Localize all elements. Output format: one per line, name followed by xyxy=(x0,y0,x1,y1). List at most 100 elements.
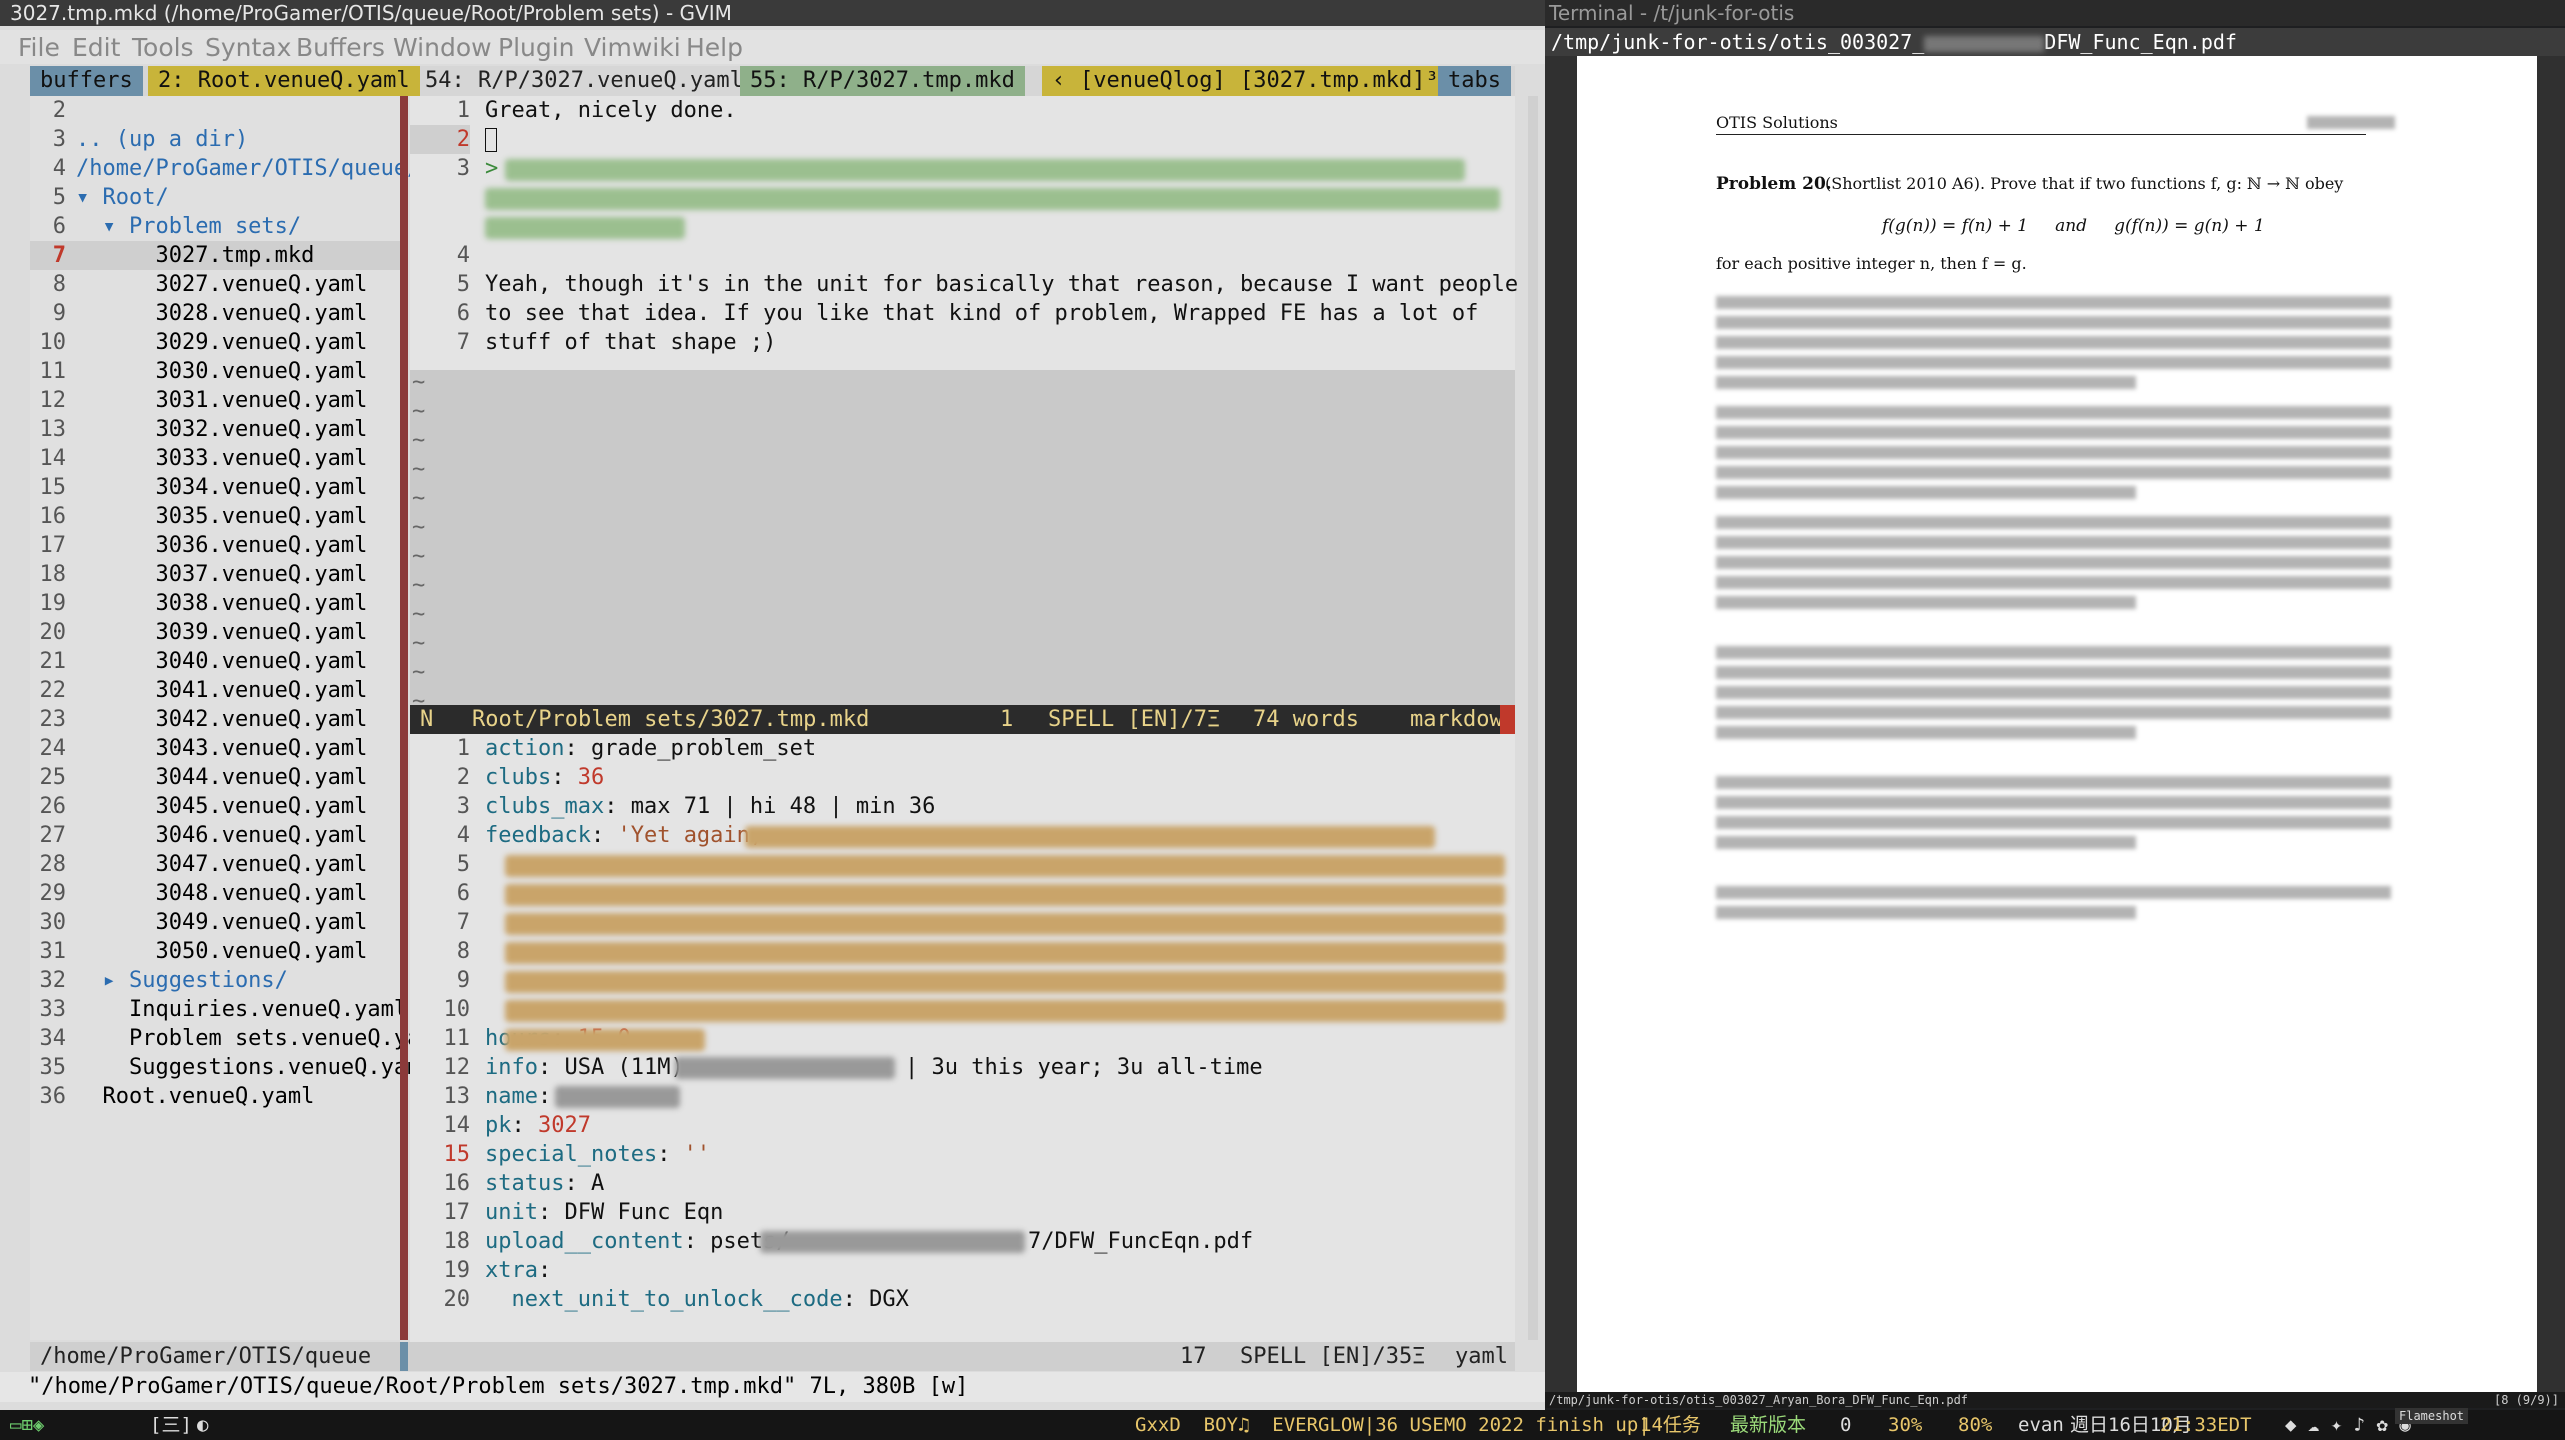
tree-item[interactable]: 2 xyxy=(30,96,400,125)
redacted-feedback xyxy=(505,971,1505,993)
menu-syntax[interactable]: Syntax xyxy=(205,33,291,62)
tree-item[interactable]: 5 ▾ Root/ xyxy=(30,183,400,212)
redacted-text-line xyxy=(1716,406,2391,419)
launcher-icon[interactable]: ▭⊞◈ xyxy=(10,1410,44,1440)
tasks-count: 14任务 xyxy=(1640,1414,1701,1436)
tree-item[interactable]: 7 3027.tmp.mkd xyxy=(30,241,400,270)
tree-item[interactable]: 10 3029.venueQ.yaml xyxy=(30,328,400,357)
tree-item[interactable]: 32 ▸ Suggestions/ xyxy=(30,966,400,995)
battery-level-1: 30% xyxy=(1888,1414,1923,1436)
tree-item[interactable]: 16 3035.venueQ.yaml xyxy=(30,502,400,531)
app-icon[interactable]: ◐ xyxy=(197,1410,208,1440)
tab-3027-tmp-current[interactable]: [3027.tmp.mkd]³ xyxy=(1230,66,1449,96)
tree-item[interactable]: 27 3046.venueQ.yaml xyxy=(30,821,400,850)
editor-line[interactable]: Great, nicely done. xyxy=(485,96,737,125)
editor-line[interactable]: stuff of that shape ;) xyxy=(485,328,776,357)
pdf-page[interactable]: OTIS Solutions Problem 20. (Shortlist 20… xyxy=(1577,56,2537,1392)
menu-edit[interactable]: Edit xyxy=(72,33,120,62)
menu-window[interactable]: Window xyxy=(393,33,492,62)
yaml-line[interactable]: next_unit_to_unlock__code: DGX xyxy=(485,1285,908,1314)
tab-root-venueq[interactable]: 2: Root.venueQ.yaml xyxy=(148,66,420,96)
menu-help[interactable]: Help xyxy=(686,33,743,62)
tree-item[interactable]: 22 3041.venueQ.yaml xyxy=(30,676,400,705)
redacted-text-line xyxy=(1716,446,2391,459)
tree-item[interactable]: 11 3030.venueQ.yaml xyxy=(30,357,400,386)
yaml-line[interactable]: special_notes: '' xyxy=(485,1140,710,1169)
tree-item[interactable]: 20 3039.venueQ.yaml xyxy=(30,618,400,647)
tree-item[interactable]: 31 3050.venueQ.yaml xyxy=(30,937,400,966)
empty-line-marker: ~ xyxy=(412,370,426,395)
tree-item[interactable]: 36 Root.venueQ.yaml xyxy=(30,1082,400,1111)
tree-item[interactable]: 12 3031.venueQ.yaml xyxy=(30,386,400,415)
pane-separator[interactable] xyxy=(400,96,408,1340)
line-number: 10 xyxy=(39,330,67,355)
menu-vimwiki[interactable]: Vimwiki xyxy=(584,33,681,62)
yaml-line[interactable]: unit: DFW Func Eqn xyxy=(485,1198,723,1227)
pdf-path-prefix: /tmp/junk-for-otis/otis_003027_ xyxy=(1551,30,1925,54)
yaml-line[interactable]: info: USA (11M) xyxy=(485,1053,697,1082)
yaml-line[interactable]: status: A xyxy=(485,1169,604,1198)
tree-item[interactable]: 8 3027.venueQ.yaml xyxy=(30,270,400,299)
tree-item[interactable]: 3 .. (up a dir) xyxy=(30,125,400,154)
tree-item-label: 3049.venueQ.yaml xyxy=(76,910,368,935)
tree-item[interactable]: 13 3032.venueQ.yaml xyxy=(30,415,400,444)
buffers-label: buffers xyxy=(30,66,143,96)
yaml-line[interactable]: name: xyxy=(485,1082,564,1111)
tree-item[interactable]: 26 3045.venueQ.yaml xyxy=(30,792,400,821)
editor-line[interactable]: to see that idea. If you like that kind … xyxy=(485,299,1478,328)
yaml-line[interactable]: clubs: 36 xyxy=(485,763,604,792)
yaml-line[interactable]: action: grade_problem_set xyxy=(485,734,816,763)
tree-item[interactable]: 14 3033.venueQ.yaml xyxy=(30,444,400,473)
yaml-value: max 71 | hi 48 | min 36 xyxy=(617,794,936,819)
redacted-text-line xyxy=(1716,726,2136,739)
tree-item[interactable]: 19 3038.venueQ.yaml xyxy=(30,589,400,618)
tree-item[interactable]: 4/home/ProGamer/OTIS/queue/ xyxy=(30,154,421,183)
menu-plugin[interactable]: Plugin xyxy=(498,33,575,62)
line-number: 5 xyxy=(456,272,470,297)
tree-item[interactable]: 18 3037.venueQ.yaml xyxy=(30,560,400,589)
tree-item[interactable]: 23 3042.venueQ.yaml xyxy=(30,705,400,734)
tree-item-label: .. (up a dir) xyxy=(76,127,249,152)
tree-item[interactable]: 15 3034.venueQ.yaml xyxy=(30,473,400,502)
redacted-quote xyxy=(485,188,1500,210)
tree-item[interactable]: 9 3028.venueQ.yaml xyxy=(30,299,400,328)
command-line[interactable]: "/home/ProGamer/OTIS/queue/Root/Problem … xyxy=(0,1372,1545,1402)
tab-3027-venueq[interactable]: 54: R/P/3027.venueQ.yaml xyxy=(415,66,753,96)
tab-venueqlog[interactable]: [venueQlog] xyxy=(1070,66,1236,96)
tree-item[interactable]: 33 Inquiries.venueQ.yaml xyxy=(30,995,408,1024)
menu-buffers[interactable]: Buffers xyxy=(296,33,385,62)
bottom-status-col: 17 xyxy=(1180,1344,1207,1369)
tree-item[interactable]: 29 3048.venueQ.yaml xyxy=(30,879,400,908)
tree-item[interactable]: 24 3043.venueQ.yaml xyxy=(30,734,400,763)
yaml-key: unit xyxy=(485,1200,538,1225)
taskbar: ▭⊞◈ [三] ◐ GxxD BOY♫ EVERGLOW|36 USEMO 20… xyxy=(0,1408,2565,1440)
tree-item[interactable]: 6 ▾ Problem sets/ xyxy=(30,212,400,241)
tree-item[interactable]: 35 Suggestions.venueQ.yaml xyxy=(30,1053,434,1082)
tree-item[interactable]: 17 3036.venueQ.yaml xyxy=(30,531,400,560)
menu-file[interactable]: File xyxy=(18,33,60,62)
yaml-line[interactable]: pk: 3027 xyxy=(485,1111,591,1140)
tree-item-label: 3042.venueQ.yaml xyxy=(76,707,368,732)
editor-line[interactable]: Yeah, though it's in the unit for basica… xyxy=(485,270,1518,299)
file-tree-pane[interactable]: 2 3.. (up a dir) 4/home/ProGamer/OTIS/queu… xyxy=(30,96,434,1340)
tray-icons[interactable]: ◆ ☁ ✦ ♪ ✿ ◉ xyxy=(2285,1410,2411,1440)
tree-item[interactable]: 21 3040.venueQ.yaml xyxy=(30,647,400,676)
line-number: 24 xyxy=(39,736,67,761)
yaml-line[interactable]: clubs_max: max 71 | hi 48 | min 36 xyxy=(485,792,935,821)
tree-item[interactable]: 34 Problem sets.venueQ.yam xyxy=(30,1024,434,1053)
tree-item-label: Suggestions.venueQ.yaml xyxy=(76,1055,434,1080)
yaml-colon: : xyxy=(564,1171,578,1196)
tree-item[interactable]: 28 3047.venueQ.yaml xyxy=(30,850,400,879)
yaml-line[interactable]: feedback: 'Yet again, xyxy=(485,821,776,850)
gvim-scrollbar[interactable] xyxy=(1528,96,1538,1340)
yaml-line[interactable]: xtra: xyxy=(485,1256,551,1285)
yaml-line[interactable]: upload__content: psets/ xyxy=(485,1227,790,1256)
tree-item-label: 3048.venueQ.yaml xyxy=(76,881,368,906)
line-number: 35 xyxy=(39,1055,67,1080)
menu-tools[interactable]: Tools xyxy=(132,33,194,62)
redacted-feedback xyxy=(745,826,1435,848)
tab-3027-tmp[interactable]: 55: R/P/3027.tmp.mkd xyxy=(740,66,1025,96)
workspace-indicator[interactable]: [三] xyxy=(150,1410,192,1440)
tree-item[interactable]: 30 3049.venueQ.yaml xyxy=(30,908,400,937)
tree-item[interactable]: 25 3044.venueQ.yaml xyxy=(30,763,400,792)
